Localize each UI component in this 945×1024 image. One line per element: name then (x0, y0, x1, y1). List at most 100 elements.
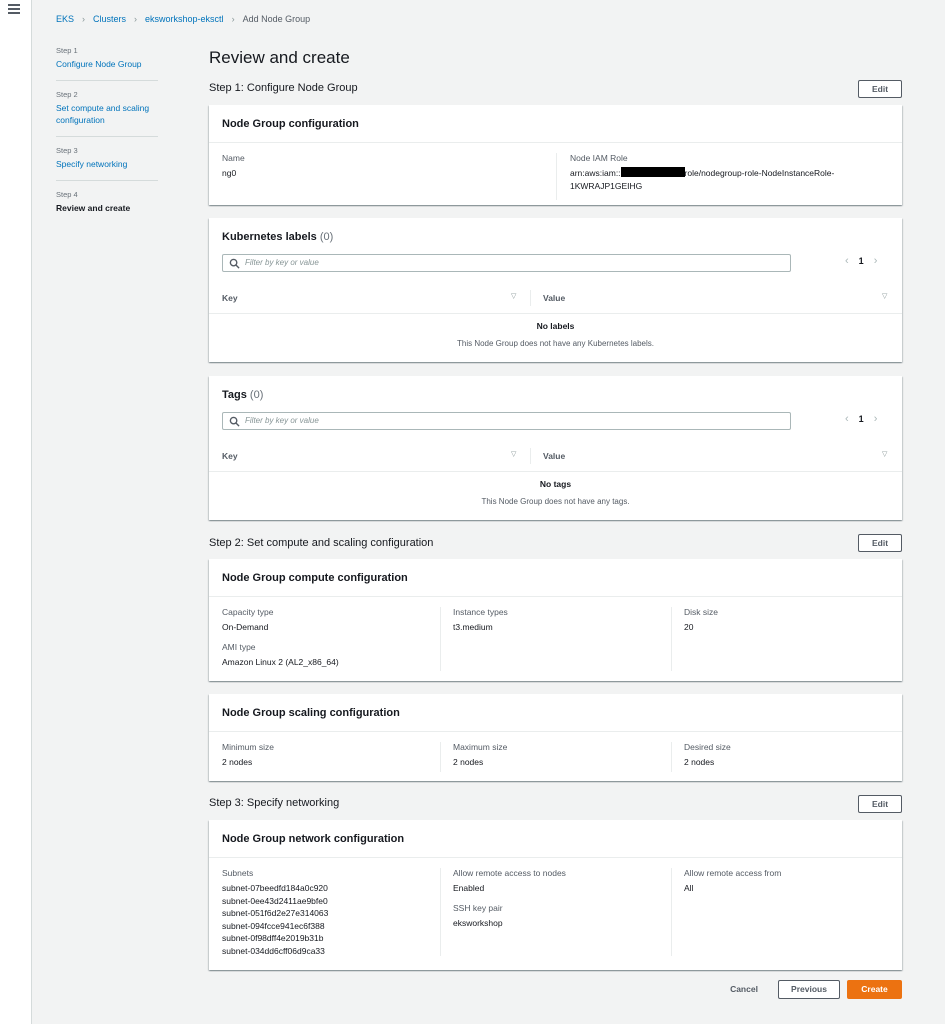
remote-access-value: Enabled (453, 883, 485, 893)
step-number: Step 2 (56, 90, 78, 99)
create-button[interactable]: Create (847, 980, 902, 999)
sort-icon[interactable]: ▽ (511, 450, 516, 458)
empty-state: No labels This Node Group does not have … (209, 314, 902, 348)
max-size-value: 2 nodes (453, 757, 484, 767)
step2-heading: Step 2: Set compute and scaling configur… (209, 537, 434, 549)
iam-role-label: Node IAM Role (570, 153, 628, 163)
subnets-field: Subnets subnet-07beedfd184a0c920 subnet-… (222, 868, 328, 965)
step-number: Step 3 (56, 146, 78, 155)
column-key[interactable]: Key (222, 451, 238, 461)
subnets-list: subnet-07beedfd184a0c920 subnet-0ee43d24… (222, 882, 328, 957)
panel-title: Node Group scaling configuration (209, 694, 902, 732)
wizard-step-4: Step 4 Review and create (56, 190, 158, 224)
previous-button[interactable]: Previous (778, 980, 840, 999)
empty-text: This Node Group does not have any Kubern… (456, 339, 654, 348)
step1-heading: Step 1: Configure Node Group (209, 82, 358, 94)
tags-count: (0) (249, 389, 264, 401)
edit-step2-button[interactable]: Edit (858, 534, 902, 552)
capacity-value: On-Demand (222, 622, 269, 632)
breadcrumb: EKS › Clusters › eksworkshop-eksctl › Ad… (56, 14, 310, 24)
chevron-left-icon[interactable]: ‹ (845, 255, 849, 267)
tags-filter-input[interactable]: Filter by key or value (222, 412, 791, 430)
k8s-labels-count: (0) (319, 231, 334, 243)
instance-label: Instance types (453, 607, 508, 617)
ssh-key-value: eksworkshop (453, 917, 503, 928)
page-title: Review and create (209, 48, 350, 67)
redacted-account-id (620, 167, 685, 177)
filter-row: Filter by key or value ‹ 1 › (209, 408, 902, 440)
filter-placeholder: Filter by key or value (245, 258, 319, 267)
wizard-step-1: Step 1 Configure Node Group (56, 46, 158, 81)
chevron-left-icon[interactable]: ‹ (845, 413, 849, 425)
iam-role-field: Node IAM Role arn:aws:iam:: role/nodegrou… (556, 153, 889, 200)
page-number[interactable]: 1 (859, 414, 864, 424)
cancel-button[interactable]: Cancel (718, 980, 770, 999)
disk-field: Disk size 20 (684, 607, 718, 642)
remote-from-value: All (684, 883, 694, 893)
min-size-value: 2 nodes (222, 757, 253, 767)
remote-from-field: Allow remote access from All (684, 868, 781, 903)
wizard-step-3: Step 3 Specify networking (56, 146, 158, 181)
page-number[interactable]: 1 (859, 256, 864, 266)
edit-step3-button[interactable]: Edit (858, 795, 902, 813)
breadcrumb-cluster-name[interactable]: eksworkshop-eksctl (145, 14, 224, 24)
ami-value: Amazon Linux 2 (AL2_x86_64) (222, 656, 339, 667)
subnet-item: subnet-0f98dff4e2019b31b (222, 933, 324, 943)
column-value[interactable]: Value (543, 293, 565, 303)
name-value: ng0 (222, 168, 237, 178)
search-icon (229, 416, 240, 427)
sort-icon[interactable]: ▽ (882, 292, 887, 300)
panel-title: Kubernetes labels (0) (209, 218, 902, 250)
ami-label: AMI type (222, 641, 256, 652)
edit-step1-button[interactable]: Edit (858, 80, 902, 98)
chevron-right-icon[interactable]: › (874, 413, 878, 425)
step-link-configure[interactable]: Configure Node Group (56, 58, 158, 70)
compute-values: Capacity type On-Demand AMI type Amazon … (209, 597, 902, 681)
step-link-networking[interactable]: Specify networking (56, 158, 158, 170)
subnet-item: subnet-094fcce941ec6f388 (222, 920, 325, 931)
iam-role-value: arn:aws:iam:: role/nodegroup-role-NodeIns… (570, 167, 879, 192)
subnet-item: subnet-034dd6cff06d9ca33 (222, 945, 325, 956)
breadcrumb-clusters[interactable]: Clusters (93, 14, 126, 24)
panel-title: Node Group network configuration (209, 820, 902, 858)
scaling-config-panel: Node Group scaling configuration Minimum… (209, 694, 902, 781)
name-label: Name (222, 153, 245, 163)
subnets-label: Subnets (222, 868, 254, 878)
instance-value: t3.medium (453, 622, 493, 632)
min-size-label: Minimum size (222, 742, 274, 752)
chevron-right-icon[interactable]: › (874, 255, 878, 267)
empty-text: This Node Group does not have any tags. (481, 497, 630, 506)
filter-row: Filter by key or value ‹ 1 › (209, 250, 902, 282)
max-size-label: Maximum size (453, 742, 508, 752)
iam-role-prefix: arn:aws:iam:: (570, 168, 621, 178)
panel-title: Node Group compute configuration (209, 559, 902, 597)
subnet-item: subnet-0ee43d2411ae9bfe0 (222, 895, 328, 906)
pagination: ‹ 1 › (845, 413, 877, 425)
sort-icon[interactable]: ▽ (511, 292, 516, 300)
table-header: Key ▽ Value ▽ (209, 440, 902, 472)
chevron-right-icon: › (231, 14, 235, 24)
column-key[interactable]: Key (222, 293, 238, 303)
empty-state: No tags This Node Group does not have an… (209, 472, 902, 506)
desired-size-label: Desired size (684, 742, 731, 752)
compute-config-panel: Node Group compute configuration Capacit… (209, 559, 902, 681)
panel-title: Node Group configuration (209, 105, 902, 143)
k8s-labels-filter-input[interactable]: Filter by key or value (222, 254, 791, 272)
disk-label: Disk size (684, 607, 719, 617)
hamburger-menu-icon[interactable] (8, 4, 20, 16)
network-config-panel: Node Group network configuration Subnets… (209, 820, 902, 970)
step-link-compute[interactable]: Set compute and scaling configuration (56, 102, 158, 126)
sort-icon[interactable]: ▽ (882, 450, 887, 458)
search-icon (229, 258, 240, 269)
min-size-field: Minimum size 2 nodes (222, 742, 274, 777)
step-number: Step 1 (56, 46, 78, 55)
instance-field: Instance types t3.medium (453, 607, 508, 642)
step3-heading: Step 3: Specify networking (209, 797, 340, 809)
tags-panel: Tags (0) Filter by key or value ‹ 1 › Ke… (209, 376, 902, 520)
column-value[interactable]: Value (543, 451, 565, 461)
wizard-steps: Step 1 Configure Node Group Step 2 Set c… (56, 46, 158, 233)
step-number: Step 4 (56, 190, 78, 199)
name-field: Name ng0 (222, 153, 556, 200)
breadcrumb-eks[interactable]: EKS (56, 14, 74, 24)
table-header: Key ▽ Value ▽ (209, 282, 902, 314)
